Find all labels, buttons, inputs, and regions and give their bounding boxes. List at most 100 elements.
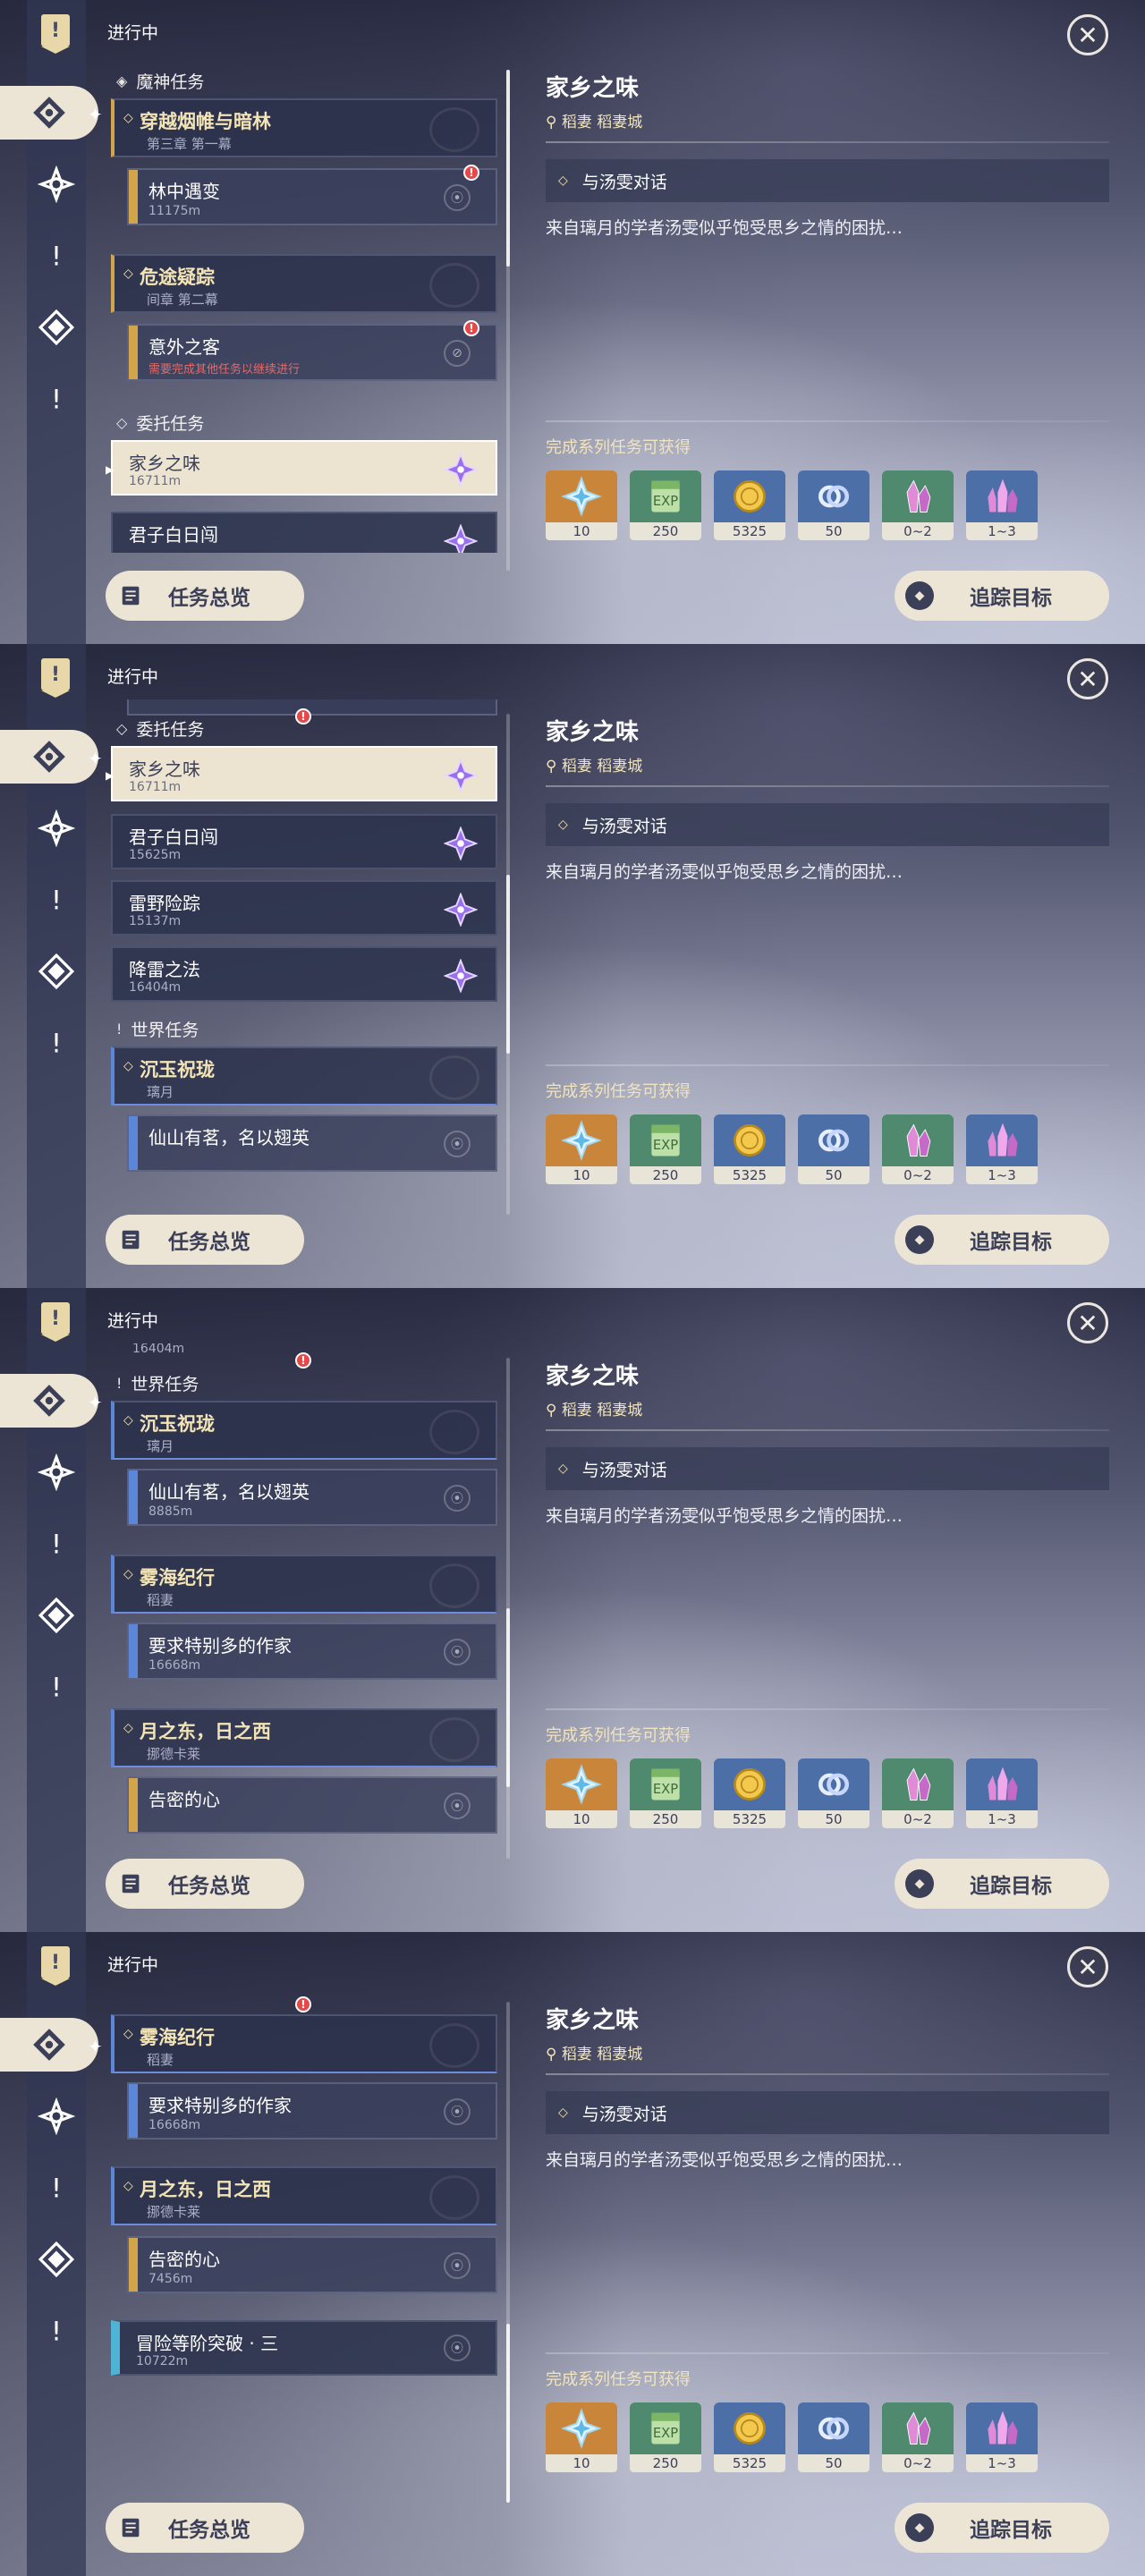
close-button[interactable]: ✕ [1067, 1302, 1108, 1343]
story-quest-tab[interactable] [27, 1445, 86, 1499]
reward-item[interactable]: EXP 250 [630, 1758, 701, 1828]
quest-list[interactable]: ◈ 魔神任务 ◇ 穿越烟帷与暗林 第三章 第一幕 林中遇变 11175m ⦿! ◇ 危途疑踪 间章 … [106, 55, 508, 553]
reward-item[interactable]: 50 [798, 1758, 869, 1828]
reward-item[interactable]: 1~3 [966, 1114, 1038, 1184]
reward-item[interactable]: 50 [798, 1114, 869, 1184]
track-target-button[interactable]: ◆ 追踪目标 [895, 2503, 1109, 2553]
reward-item[interactable]: 1~3 [966, 2402, 1038, 2472]
reward-item[interactable]: 5325 [714, 1114, 785, 1184]
quest-list[interactable]: 16404m!! 世界任务 ◇ 沉玉祝珑 璃月 仙山有茗，名以翅英 8885m ⦿ ◇ 雾海纪行稻… [106, 1343, 508, 1841]
quest-list-scrollbar[interactable] [506, 2002, 510, 2503]
reward-item[interactable]: 50 [798, 470, 869, 540]
quest-series-card[interactable]: ◇ 沉玉祝珑 璃月 [111, 1046, 497, 1106]
reward-item[interactable]: 50 [798, 2402, 869, 2472]
track-target-button[interactable]: ◆ 追踪目标 [895, 1859, 1109, 1909]
quest-overview-button[interactable]: 任务总览 [106, 1859, 304, 1909]
commission-card[interactable]: 雷野险踪 15137m [111, 880, 497, 936]
commission-card[interactable]: 冒险等阶突破 · 三 10722m ⦿ [111, 2320, 497, 2376]
navigate-pin-icon[interactable]: ⦿ [444, 1485, 471, 1512]
quest-step-card[interactable]: 意外之客 需要完成其他任务以继续进行 ⊘ [127, 324, 497, 381]
event-quest-tab[interactable]: ! [27, 1660, 86, 1714]
reward-item[interactable]: 1~3 [966, 470, 1038, 540]
world-quest-tab[interactable]: ! [27, 873, 86, 927]
quest-list[interactable]: ! ◇ 委托任务 ▶ 家乡之味 16711m 君子白日闯 15625m 雷野险踪 15137m 降雷… [106, 699, 508, 1197]
navigate-pin-icon[interactable]: ⦿ [444, 1131, 471, 1157]
close-button[interactable]: ✕ [1067, 658, 1108, 699]
world-quest-tab[interactable]: ! [27, 229, 86, 283]
commission-tab[interactable] [27, 945, 86, 998]
quest-series-card[interactable]: ◇ 穿越烟帷与暗林 第三章 第一幕 [111, 98, 497, 157]
quest-overview-button[interactable]: 任务总览 [106, 2503, 304, 2553]
quest-step-card[interactable]: 要求特别多的作家 16668m ⦿ [127, 1623, 497, 1680]
quest-overview-button[interactable]: 任务总览 [106, 1215, 304, 1265]
quest-series-card[interactable]: ◇ 月之东，日之西 挪德卡莱 [111, 2166, 497, 2225]
track-target-button[interactable]: ◆ 追踪目标 [895, 1215, 1109, 1265]
event-quest-tab[interactable]: ! [27, 2304, 86, 2358]
navigate-pin-icon[interactable]: ⦿ [444, 184, 471, 211]
quest-step-card[interactable]: 林中遇变 11175m ⦿ [127, 168, 497, 225]
reward-item[interactable]: EXP 250 [630, 1114, 701, 1184]
commission-card[interactable]: 君子白日闯 15625m [111, 814, 497, 869]
navigate-pin-icon[interactable]: ⦿ [444, 2098, 471, 2125]
archon-quest-tab[interactable] [0, 1374, 98, 1428]
commission-tab[interactable] [27, 2233, 86, 2286]
quest-list-scrollbar[interactable] [506, 714, 510, 1215]
archon-quest-tab[interactable] [0, 2018, 98, 2072]
quest-list[interactable]: ! ◇ 雾海纪行 稻妻 要求特别多的作家 16668m ⦿ ◇ 月之东，日之西 挪德卡莱 告密的心 7… [106, 1987, 508, 2485]
quest-series-card[interactable]: ◇ 雾海纪行 稻妻 [111, 1555, 497, 1614]
story-quest-tab[interactable] [27, 2089, 86, 2143]
quest-list-scrollbar[interactable] [506, 1358, 510, 1859]
quest-step-card[interactable]: 告密的心 ⦿ [127, 1776, 497, 1834]
reward-item[interactable]: 0~2 [882, 1114, 954, 1184]
archon-quest-tab[interactable] [0, 730, 98, 784]
quest-step-card[interactable]: 告密的心 7456m ⦿ [127, 2236, 497, 2293]
navigate-pin-icon[interactable]: ⦿ [444, 2252, 471, 2279]
navigate-pin-icon[interactable]: ⦿ [444, 1639, 471, 1665]
reward-item[interactable]: 0~2 [882, 2402, 954, 2472]
story-quest-tab[interactable] [27, 801, 86, 855]
event-quest-tab[interactable]: ! [27, 1016, 86, 1070]
close-button[interactable]: ✕ [1067, 14, 1108, 55]
scrollbar-thumb[interactable] [506, 875, 510, 1054]
quest-step-card[interactable] [127, 699, 497, 716]
commission-card[interactable]: ▶ 家乡之味 16711m [106, 440, 497, 496]
reward-item[interactable]: 10 [546, 1758, 617, 1828]
archon-quest-tab[interactable] [0, 86, 98, 140]
commission-tab[interactable] [27, 301, 86, 354]
reward-item[interactable]: 0~2 [882, 470, 954, 540]
scrollbar-thumb[interactable] [506, 1608, 510, 1787]
quest-list-scrollbar[interactable] [506, 70, 510, 571]
quest-step-card[interactable]: 仙山有茗，名以翅英 8885m ⦿ [127, 1469, 497, 1526]
navigate-pin-icon[interactable]: ⦿ [444, 1792, 471, 1819]
close-button[interactable]: ✕ [1067, 1946, 1108, 1987]
commission-tab[interactable] [27, 1589, 86, 1642]
commission-card[interactable]: 君子白日闯 [111, 512, 497, 553]
quest-step-card[interactable]: 仙山有茗，名以翅英 ⦿ [127, 1114, 497, 1172]
scrollbar-thumb[interactable] [506, 70, 510, 267]
event-quest-tab[interactable]: ! [27, 372, 86, 426]
quest-step-card[interactable]: 要求特别多的作家 16668m ⦿ [127, 2082, 497, 2140]
scrollbar-thumb[interactable] [506, 2324, 510, 2503]
story-quest-tab[interactable] [27, 157, 86, 211]
commission-card[interactable]: ▶ 家乡之味 16711m [106, 746, 497, 801]
quest-series-card[interactable]: ◇ 危途疑踪 间章 第二幕 [111, 254, 497, 313]
world-quest-tab[interactable]: ! [27, 2161, 86, 2215]
quest-series-card[interactable]: ◇ 月之东，日之西 挪德卡莱 [111, 1708, 497, 1767]
reward-item[interactable]: 1~3 [966, 1758, 1038, 1828]
world-quest-tab[interactable]: ! [27, 1517, 86, 1571]
reward-item[interactable]: 5325 [714, 2402, 785, 2472]
reward-item[interactable]: 10 [546, 470, 617, 540]
quest-overview-button[interactable]: 任务总览 [106, 571, 304, 621]
reward-item[interactable]: 5325 [714, 470, 785, 540]
reward-item[interactable]: 0~2 [882, 1758, 954, 1828]
quest-series-card[interactable]: ◇ 雾海纪行 稻妻 [111, 2014, 497, 2073]
reward-item[interactable]: 5325 [714, 1758, 785, 1828]
commission-card[interactable]: 降雷之法 16404m [111, 946, 497, 1002]
navigate-pin-icon[interactable]: ⦿ [444, 2334, 471, 2361]
reward-item[interactable]: 10 [546, 1114, 617, 1184]
track-target-button[interactable]: ◆ 追踪目标 [895, 571, 1109, 621]
quest-series-card[interactable]: ◇ 沉玉祝珑 璃月 [111, 1401, 497, 1460]
blocked-icon[interactable]: ⊘ [444, 340, 471, 367]
reward-item[interactable]: EXP 250 [630, 2402, 701, 2472]
reward-item[interactable]: EXP 250 [630, 470, 701, 540]
